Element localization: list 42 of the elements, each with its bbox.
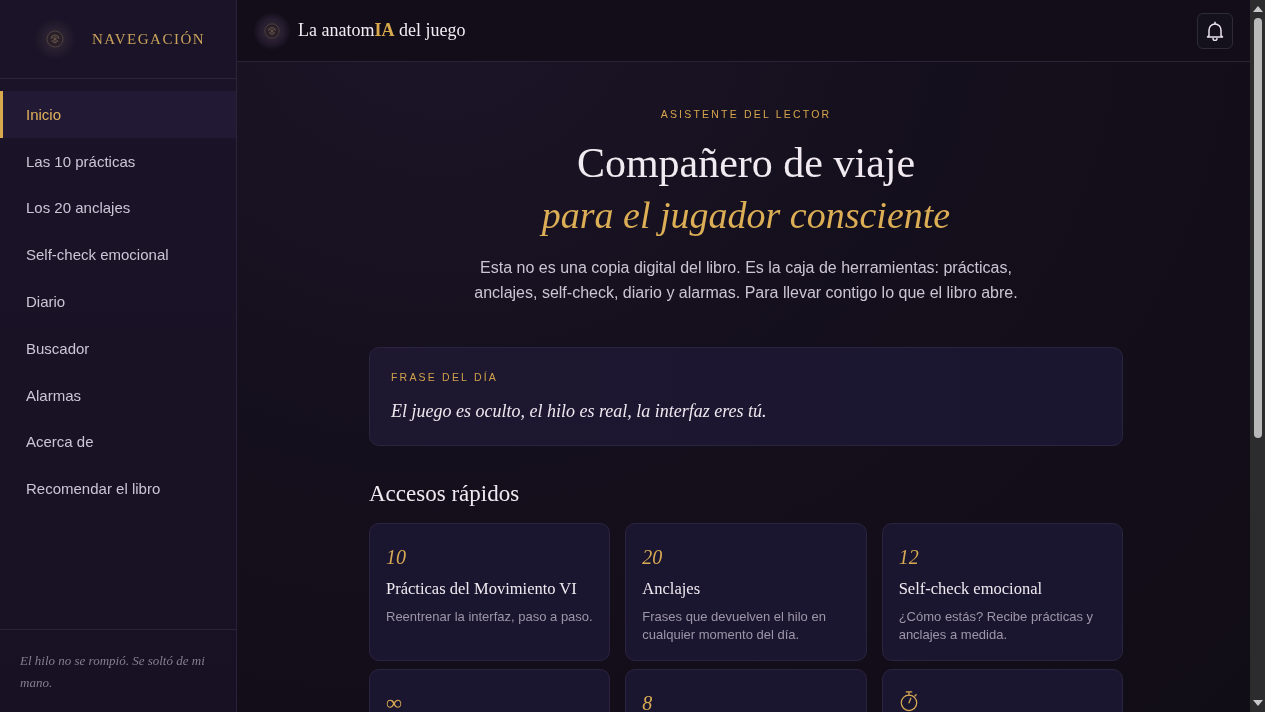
card-title: Anclajes bbox=[642, 578, 702, 600]
quote-text: El juego es oculto, el hilo es real, la interfaz eres tú. bbox=[391, 400, 768, 423]
hero-description: Esta no es una copia digital del libro. Es la caja de herramientas: prácticas, anclajes, self-check, diario y alarmas. Para llevar contigo lo que el libro abre. bbox=[473, 258, 1019, 303]
quick-access-card[interactable]: 10 Prácticas del Movimiento VI Reentrenar la interfaz, paso a paso. bbox=[369, 523, 611, 661]
nav-item[interactable]: Alarmas bbox=[0, 371, 236, 419]
nav-item[interactable]: Los 20 anclajes bbox=[0, 184, 236, 232]
quick-access-card[interactable]: 12 Self-check emocional ¿Cómo estás? Recibe prácticas y anclajes a medida. bbox=[881, 523, 1123, 661]
nav-item[interactable]: Recomendar el libro bbox=[0, 465, 236, 513]
sidebar-title: NAVEGACIÓN bbox=[92, 30, 206, 48]
card-number: 20 bbox=[642, 549, 663, 565]
stopwatch-icon bbox=[898, 690, 919, 712]
card-number: 10 bbox=[386, 549, 406, 565]
nav-item[interactable]: Self-check emocional bbox=[0, 231, 236, 279]
scroll-up-icon[interactable] bbox=[1252, 6, 1263, 12]
quick-access-card[interactable]: ∞ bbox=[369, 669, 611, 712]
nav-item[interactable]: Diario bbox=[0, 278, 236, 325]
section-title: Accesos rápidos bbox=[369, 480, 521, 508]
nav-item[interactable]: Buscador bbox=[0, 325, 236, 372]
scrollbar-thumb[interactable] bbox=[1253, 18, 1262, 438]
bell-icon bbox=[1206, 20, 1224, 41]
nav-item[interactable]: Las 10 prácticas bbox=[0, 137, 236, 185]
hero-title: Compañero de viaje bbox=[576, 139, 916, 188]
quote-label: FRASE DEL DÍA bbox=[391, 370, 499, 384]
nav-item[interactable]: Acerca de bbox=[0, 418, 236, 466]
app-title: La anatomIA del juego bbox=[298, 20, 466, 41]
quick-access-card[interactable]: 8 bbox=[625, 669, 867, 712]
eyebrow-label: ASISTENTE DEL LECTOR bbox=[660, 107, 832, 121]
card-number: 12 bbox=[898, 549, 919, 565]
card-number: 8 bbox=[642, 695, 653, 711]
quick-access-card[interactable]: 20 Anclajes Frases que devuelven el hilo en cualquier momento del día. bbox=[625, 523, 867, 661]
hero-subtitle: para el jugador consciente bbox=[541, 193, 951, 238]
card-symbol: ∞ bbox=[386, 695, 402, 711]
emblem-icon bbox=[254, 12, 290, 49]
scroll-down-icon[interactable] bbox=[1252, 700, 1263, 706]
card-description: ¿Cómo estás? Recibe prácticas y anclajes a medida. bbox=[898, 608, 1094, 644]
card-title: Prácticas del Movimiento VI bbox=[386, 578, 578, 600]
card-description: Frases que devuelven el hilo en cualquier momento del día. bbox=[642, 608, 827, 644]
sidebar-quote: El hilo no se rompió. Se soltó de mi mano. bbox=[20, 652, 206, 692]
notifications-button[interactable] bbox=[1197, 12, 1233, 49]
card-title: Self-check emocional bbox=[898, 578, 1044, 600]
nav-item[interactable]: Inicio bbox=[0, 91, 236, 138]
card-description: Reentrenar la interfaz, paso a paso. bbox=[386, 608, 594, 626]
